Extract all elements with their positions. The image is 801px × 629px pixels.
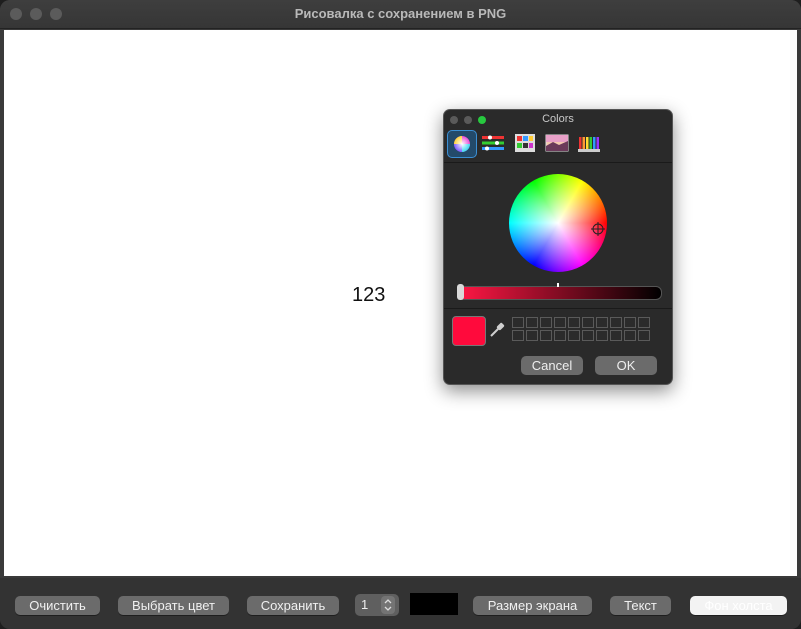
custom-color-cell[interactable] <box>582 330 594 341</box>
tab-color-sliders[interactable] <box>479 130 507 156</box>
custom-color-cell[interactable] <box>638 330 650 341</box>
custom-color-cell[interactable] <box>526 317 538 328</box>
brush-size-value: 1 <box>361 597 369 612</box>
current-color-swatch <box>410 593 458 615</box>
custom-color-cell[interactable] <box>554 330 566 341</box>
clear-button[interactable]: Очистить <box>15 596 100 615</box>
custom-color-cell[interactable] <box>624 330 636 341</box>
pick-color-button[interactable]: Выбрать цвет <box>118 596 229 615</box>
slider-tick <box>557 283 559 287</box>
screen-size-button[interactable]: Размер экрана <box>473 596 592 615</box>
custom-color-cell[interactable] <box>540 330 552 341</box>
stepper-arrows-icon[interactable] <box>381 596 395 614</box>
save-button[interactable]: Сохранить <box>247 596 339 615</box>
color-wheel-icon <box>454 136 470 152</box>
custom-color-cell[interactable] <box>568 330 580 341</box>
window-title: Рисовалка с сохранением в PNG <box>294 6 507 21</box>
custom-color-cell[interactable] <box>596 330 608 341</box>
canvas-background-button[interactable]: Фон холста <box>690 596 787 615</box>
title-bar: Рисовалка с сохранением в PNG <box>0 0 801 29</box>
tab-pencils[interactable] <box>575 130 603 156</box>
eyedropper-icon[interactable] <box>488 321 506 344</box>
image-palette-icon <box>545 134 569 152</box>
brightness-slider[interactable] <box>457 283 662 300</box>
brush-size-stepper[interactable]: 1 <box>355 594 399 616</box>
ok-button[interactable]: OK <box>595 356 657 375</box>
custom-color-cells <box>512 317 652 343</box>
custom-color-cell[interactable] <box>512 317 524 328</box>
custom-color-cell[interactable] <box>526 330 538 341</box>
canvas-text: 123 <box>352 284 386 306</box>
slider-knob[interactable] <box>457 284 464 300</box>
text-button[interactable]: Текст <box>610 596 671 615</box>
colors-panel: Colors Cancel OK <box>443 109 673 385</box>
custom-color-cell[interactable] <box>540 317 552 328</box>
cancel-button[interactable]: Cancel <box>521 356 583 375</box>
drawing-canvas[interactable]: 123 <box>4 30 797 576</box>
tab-image-palettes[interactable] <box>543 130 571 156</box>
custom-color-cell[interactable] <box>582 317 594 328</box>
crosshair-icon <box>591 222 605 236</box>
color-wheel[interactable] <box>509 174 607 272</box>
selected-color-swatch[interactable] <box>452 316 486 346</box>
custom-color-cell[interactable] <box>610 317 622 328</box>
app-window: Рисовалка с сохранением в PNG 123 Очисти… <box>0 0 801 629</box>
custom-color-cell[interactable] <box>554 317 566 328</box>
custom-color-cell[interactable] <box>638 317 650 328</box>
colors-tab-bar <box>444 126 672 163</box>
custom-color-cell[interactable] <box>568 317 580 328</box>
tab-color-palettes[interactable] <box>511 130 539 156</box>
custom-color-cell[interactable] <box>512 330 524 341</box>
panel-divider <box>444 308 672 309</box>
custom-color-cell[interactable] <box>596 317 608 328</box>
bottom-toolbar: Очистить Выбрать цвет Сохранить 1 Размер… <box>0 578 801 629</box>
color-palettes-icon <box>515 134 535 152</box>
custom-color-cell[interactable] <box>624 317 636 328</box>
pencils-icon <box>578 137 600 152</box>
tab-color-wheel[interactable] <box>447 130 477 158</box>
color-sliders-icon <box>482 135 504 151</box>
panel-title: Colors <box>542 113 574 125</box>
custom-color-cell[interactable] <box>610 330 622 341</box>
